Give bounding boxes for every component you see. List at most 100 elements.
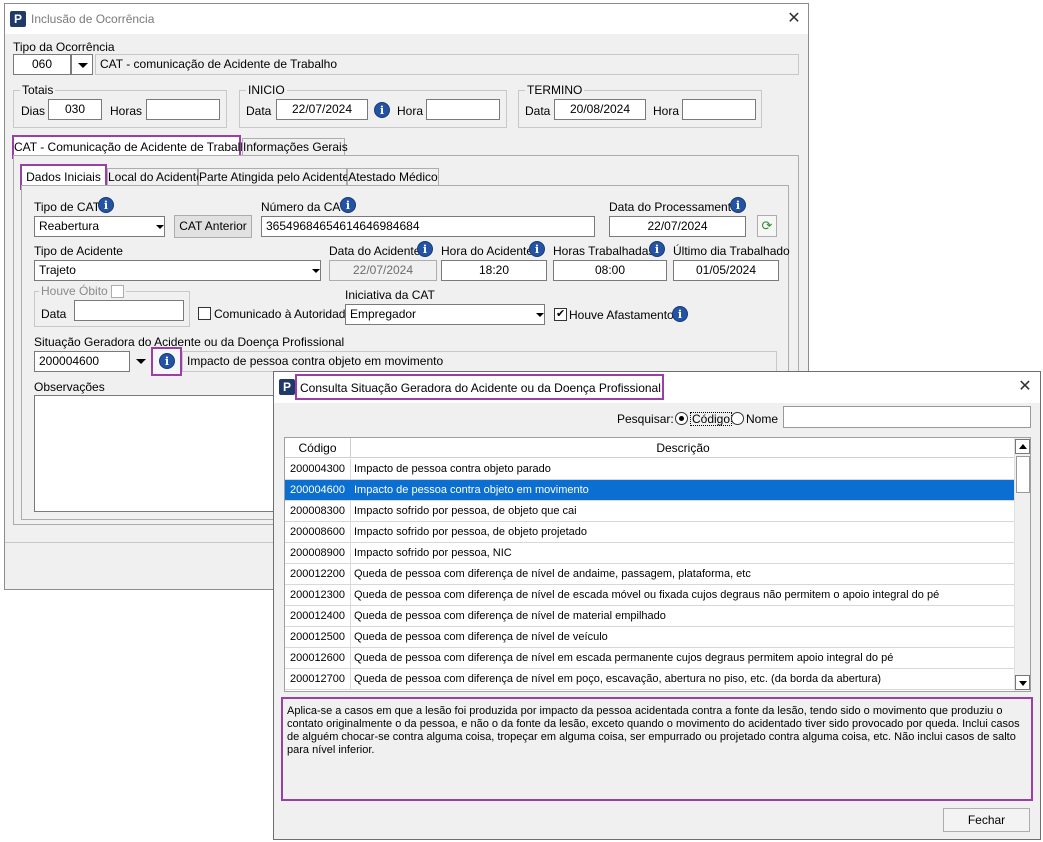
horas-trabalhadas-info-icon[interactable]: i xyxy=(649,241,665,257)
houve-obito-checkbox[interactable] xyxy=(110,284,124,298)
table-row[interactable]: 200008900 Impacto sofrido por pessoa, NIC xyxy=(285,543,1014,564)
hora-acidente-info-icon[interactable]: i xyxy=(529,241,545,257)
tipo-acidente-select[interactable]: Trajeto xyxy=(34,260,321,281)
table-row[interactable]: 200008600 Impacto sofrido por pessoa, de … xyxy=(285,522,1014,543)
table-row[interactable]: 200012200 Queda de pessoa com diferença d… xyxy=(285,564,1014,585)
description-box: Aplica-se a casos em que a lesão foi pro… xyxy=(281,697,1033,801)
houve-afastamento-info-icon[interactable]: i xyxy=(672,306,688,322)
tipo-cat-select[interactable]: Reabertura xyxy=(34,216,165,237)
tipo-cat-label: Tipo de CAT xyxy=(34,200,101,214)
table-row[interactable]: 200012300 Queda de pessoa com diferença d… xyxy=(285,585,1014,606)
termino-data-label: Data xyxy=(525,104,551,118)
termino-hora-field[interactable] xyxy=(682,99,756,120)
situacao-info-button[interactable]: i xyxy=(151,347,182,376)
scroll-thumb[interactable] xyxy=(1016,456,1030,493)
fechar-button[interactable]: Fechar xyxy=(943,808,1030,832)
table-row[interactable]: 200012500 Queda de pessoa com diferença d… xyxy=(285,627,1014,648)
tab-local-acidente[interactable]: Local do Acidente xyxy=(107,168,203,186)
data-processamento-info-icon[interactable]: i xyxy=(730,197,746,213)
numero-cat-field[interactable]: 36549684654614646984684 xyxy=(261,216,595,237)
tab-informacoes-gerais[interactable]: Informações Gerais xyxy=(242,138,348,156)
tipo-cat-dropdown-icon[interactable] xyxy=(150,217,164,236)
houve-afastamento-label: Houve Afastamento xyxy=(569,308,674,322)
radio-nome[interactable] xyxy=(731,412,744,425)
comunicado-autoridade-checkbox[interactable] xyxy=(198,307,211,320)
obito-data-label: Data xyxy=(41,307,67,321)
table-row[interactable]: 200004600 Impacto de pessoa contra objeto… xyxy=(285,480,1014,501)
main-titlebar: P Inclusão de Ocorrência ✕ xyxy=(5,4,808,34)
data-acidente-info-icon[interactable]: i xyxy=(417,241,433,257)
houve-obito-label: Houve Óbito xyxy=(39,284,126,298)
row-code: 200012700 xyxy=(285,669,351,689)
table-row[interactable]: 200012600 Queda de pessoa com diferença d… xyxy=(285,648,1014,669)
obito-data-field[interactable] xyxy=(74,300,184,321)
row-description: Queda de pessoa com diferença de nível d… xyxy=(354,568,751,580)
dialog-title: Consulta Situação Geradora do Acidente o… xyxy=(300,381,661,395)
situacao-dropdown-button[interactable] xyxy=(131,351,151,372)
table-row[interactable]: 200012700 Queda de pessoa com diferença d… xyxy=(285,669,1014,690)
horas-trabalhadas-field[interactable]: 08:00 xyxy=(553,260,667,281)
dialog-title-highlight: Consulta Situação Geradora do Acidente o… xyxy=(295,374,664,400)
row-description: Queda de pessoa com diferença de nível e… xyxy=(354,673,882,685)
refresh-button[interactable]: ⟳ xyxy=(757,215,777,237)
totais-group: Totais Dias 030 Horas xyxy=(13,83,227,128)
iniciativa-cat-select[interactable]: Empregador xyxy=(345,304,545,325)
scroll-up-icon[interactable] xyxy=(1015,439,1030,454)
observacoes-label: Observações xyxy=(34,380,105,394)
table-row[interactable]: 200012400 Queda de pessoa com diferença d… xyxy=(285,606,1014,627)
ultimo-dia-field[interactable]: 01/05/2024 xyxy=(673,260,779,281)
tab-atestado-medico[interactable]: Atestado Médico xyxy=(347,168,439,186)
inicio-data-label: Data xyxy=(246,104,272,118)
scroll-down-icon[interactable] xyxy=(1015,675,1030,690)
chevron-down-icon xyxy=(136,359,146,364)
pesquisar-label: Pesquisar: xyxy=(617,412,674,426)
dias-label: Dias xyxy=(21,104,46,118)
row-description: Queda de pessoa com diferença de nível d… xyxy=(354,631,608,643)
horas-field[interactable] xyxy=(146,99,220,120)
main-close-icon[interactable]: ✕ xyxy=(784,11,804,27)
results-grid[interactable]: Código Descrição 200004300 Impacto de pes… xyxy=(284,437,1031,692)
grid-body: 200004300 Impacto de pessoa contra objeto… xyxy=(285,459,1014,691)
table-row[interactable]: 200008300 Impacto sofrido por pessoa, de … xyxy=(285,501,1014,522)
dialog-close-icon[interactable]: ✕ xyxy=(1015,379,1035,395)
main-window-title: Inclusão de Ocorrência xyxy=(31,12,155,26)
inicio-info-icon[interactable]: i xyxy=(374,102,390,118)
situacao-code-field[interactable]: 200004600 xyxy=(34,351,130,372)
iniciativa-dropdown-icon[interactable] xyxy=(530,305,544,324)
hora-acidente-field[interactable]: 18:20 xyxy=(441,260,547,281)
tipo-ocorrencia-description: CAT - comunicação de Acidente de Trabalh… xyxy=(95,54,799,75)
app-logo-icon: P xyxy=(10,11,26,27)
inicio-data-field[interactable]: 22/07/2024 xyxy=(276,99,368,120)
tipo-ocorrencia-code-field[interactable]: 060 xyxy=(13,54,71,75)
row-description: Impacto sofrido por pessoa, de objeto pr… xyxy=(354,526,587,538)
description-text: Aplica-se a casos em que a lesão foi pro… xyxy=(287,705,1020,756)
numero-cat-label: Número da CAT xyxy=(261,200,347,214)
radio-codigo[interactable] xyxy=(675,412,688,425)
column-descricao[interactable]: Descrição xyxy=(352,438,1014,458)
row-description: Impacto de pessoa contra objeto parado xyxy=(354,463,551,475)
tipo-cat-info-icon[interactable]: i xyxy=(98,197,114,213)
situacao-description: Impacto de pessoa contra objeto em movim… xyxy=(182,351,777,372)
data-processamento-field[interactable]: 22/07/2024 xyxy=(609,216,746,237)
radio-nome-label: Nome xyxy=(746,412,779,426)
tipo-ocorrencia-dropdown-button[interactable] xyxy=(71,54,93,75)
grid-scrollbar[interactable] xyxy=(1014,438,1030,691)
dialog-search-input[interactable] xyxy=(783,406,1031,428)
dias-field[interactable]: 030 xyxy=(48,99,102,120)
row-description: Impacto sofrido por pessoa, de objeto qu… xyxy=(354,505,577,517)
column-codigo[interactable]: Código xyxy=(285,438,351,458)
situacao-geradora-label: Situação Geradora do Acidente ou da Doen… xyxy=(34,335,345,349)
inicio-hora-field[interactable] xyxy=(426,99,500,120)
tipo-acidente-dropdown-icon[interactable] xyxy=(306,261,320,280)
row-code: 200008900 xyxy=(285,543,351,563)
dialog-logo-icon: P xyxy=(279,379,295,395)
radio-codigo-label: Código xyxy=(690,412,733,426)
grid-header: Código Descrição xyxy=(285,438,1014,458)
termino-data-field[interactable]: 20/08/2024 xyxy=(554,99,646,120)
inicio-hora-label: Hora xyxy=(397,104,424,118)
tab-parte-atingida[interactable]: Parte Atingida pelo Acidente xyxy=(198,168,349,186)
table-row[interactable]: 200004300 Impacto de pessoa contra objeto… xyxy=(285,459,1014,480)
houve-afastamento-checkbox[interactable] xyxy=(554,307,567,321)
numero-cat-info-icon[interactable]: i xyxy=(340,197,356,213)
cat-anterior-button[interactable]: CAT Anterior xyxy=(174,215,252,238)
